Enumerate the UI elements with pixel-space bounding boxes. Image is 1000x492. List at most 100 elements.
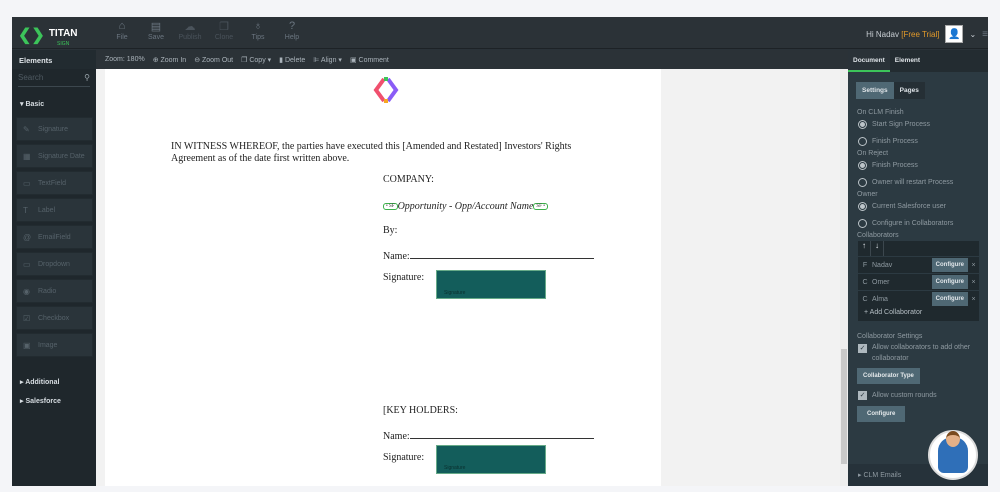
- hamburger-menu-icon[interactable]: ≡: [982, 29, 988, 40]
- copy-icon: ❐: [241, 56, 248, 64]
- sf-field-name: Opportunity - Opp/Account Name: [397, 201, 534, 212]
- save-button[interactable]: ▤ Save: [146, 20, 166, 41]
- element-signature[interactable]: ✎ Signature: [16, 117, 93, 141]
- at-icon: @: [23, 232, 32, 242]
- company-label: COMPANY:: [383, 174, 434, 185]
- label: File: [116, 34, 128, 41]
- canvas-scrollbar[interactable]: [840, 69, 848, 486]
- zoom-level: Zoom: 180%: [105, 56, 145, 63]
- element-emailfield[interactable]: @ EmailField: [16, 225, 93, 249]
- signature-field[interactable]: Signature: [436, 270, 546, 299]
- tips-button[interactable]: ♁ Tips: [248, 20, 268, 41]
- avatar[interactable]: 👤: [945, 25, 964, 43]
- search-icon[interactable]: ⚲: [84, 73, 90, 86]
- section-basic[interactable]: ▾ Basic: [12, 91, 96, 117]
- subtab-pages[interactable]: Pages: [893, 82, 925, 99]
- subtab-settings[interactable]: Settings: [856, 82, 894, 99]
- configure-button[interactable]: Configure: [931, 292, 968, 306]
- section-additional[interactable]: ▸ Additional: [12, 369, 96, 395]
- chevron-down-icon[interactable]: ⌄: [969, 30, 976, 39]
- file-button[interactable]: ⌂ File: [112, 20, 132, 41]
- help-icon: ?: [288, 20, 296, 32]
- configure-rounds-button[interactable]: Configure: [857, 406, 906, 422]
- add-collaborator-button[interactable]: + Add Collaborator: [858, 307, 979, 321]
- tab-element[interactable]: Element: [890, 50, 925, 72]
- image-icon: ▣: [23, 340, 31, 350]
- comment-button[interactable]: ▣ Comment: [350, 56, 389, 64]
- label: Delete: [284, 56, 306, 64]
- collab-name: Omer: [872, 278, 890, 286]
- label: Zoom In: [160, 56, 187, 64]
- delete-button[interactable]: ▮ Delete: [279, 56, 305, 64]
- configure-button[interactable]: Configure: [931, 258, 968, 272]
- salesforce-merge-field[interactable]: • SF Opportunity - Opp/Account Name SF •: [383, 201, 548, 212]
- label: Copy: [249, 56, 266, 64]
- greeting-text: Hi Nadav: [866, 29, 899, 39]
- editor-toolbar: Zoom: 180% ⊕ Zoom In ⊖ Zoom Out ❐ Copy ▾…: [96, 50, 848, 69]
- element-signature-date[interactable]: ▦ Signature Date: [16, 144, 93, 168]
- label: Owner will restart Process: [872, 179, 954, 186]
- radio-configure-collaborators[interactable]: Configure in Collaborators: [848, 215, 988, 232]
- cloud-upload-icon: ☁: [184, 21, 196, 33]
- search-input[interactable]: Search ⚲: [18, 73, 90, 87]
- element-label: Dropdown: [38, 260, 70, 268]
- collab-name: Alma: [872, 295, 888, 303]
- user-menu[interactable]: Hi Nadav [Free Trial] 👤 ⌄ ≡: [866, 25, 988, 43]
- help-assistant-mascot[interactable]: [928, 430, 978, 480]
- publish-button[interactable]: ☁ Publish: [179, 20, 202, 41]
- scrollbar-thumb[interactable]: [841, 349, 847, 464]
- section-label: Basic: [25, 101, 45, 108]
- elements-sidebar: Elements Search ⚲ ▾ Basic ✎ Signature ▦ Sig…: [12, 50, 96, 486]
- allow-custom-rounds-checkbox[interactable]: ✓ Allow custom rounds: [848, 389, 988, 402]
- section-salesforce[interactable]: ▸ Salesforce: [12, 395, 96, 414]
- collaborator-type-button[interactable]: Collaborator Type: [857, 368, 920, 384]
- help-button[interactable]: ? Help: [282, 20, 302, 41]
- radio-owner-restart[interactable]: Owner will restart Process: [848, 174, 988, 191]
- close-icon[interactable]: ×: [968, 279, 979, 286]
- titan-logo: ❮❯ TITAN SIGN: [18, 23, 78, 47]
- properties-panel: Document Element Settings Pages On CLM F…: [848, 50, 988, 486]
- element-checkbox[interactable]: ☑ Checkbox: [16, 306, 93, 330]
- checkbox-checked-icon[interactable]: ✓: [858, 344, 867, 353]
- dropdown-icon: ▭: [23, 259, 31, 269]
- element-image[interactable]: ▣ Image: [16, 333, 93, 357]
- arrow-up-icon[interactable]: ↑: [858, 241, 871, 256]
- label: Tips: [251, 34, 265, 41]
- radio-start-sign[interactable]: Start Sign Process: [848, 116, 988, 133]
- sidebar-title: Elements: [12, 50, 96, 69]
- allow-add-checkbox[interactable]: ✓ Allow collaborators to add other collab…: [848, 342, 988, 364]
- sf-tag-open: • SF: [383, 203, 398, 211]
- element-textfield[interactable]: ▭ TextField: [16, 171, 93, 195]
- close-icon[interactable]: ×: [968, 296, 979, 303]
- align-icon: ⊫: [313, 56, 320, 64]
- collaborators-list: ↑ ↓ F Nadav Configure × C Omer Configure × C Alm…: [858, 241, 979, 321]
- signature-field[interactable]: Signature: [436, 445, 546, 474]
- align-button[interactable]: ⊫ Align ▾: [313, 56, 342, 64]
- radio-current-sf-user[interactable]: Current Salesforce user: [848, 198, 988, 215]
- copy-button[interactable]: ❐ Copy ▾: [241, 56, 271, 64]
- collaborator-row: C Alma Configure ×: [858, 290, 979, 307]
- clone-icon: ❐: [219, 21, 229, 33]
- zoom-in-button[interactable]: ⊕ Zoom In: [153, 56, 187, 64]
- calendar-icon: ▦: [23, 151, 31, 161]
- arrow-down-icon[interactable]: ↓: [871, 241, 884, 256]
- element-label[interactable]: T Label: [16, 198, 93, 222]
- label: Finish Process: [872, 138, 918, 145]
- element-label: Checkbox: [38, 314, 70, 322]
- close-icon[interactable]: ×: [968, 262, 979, 269]
- radio-finish-process[interactable]: Finish Process: [848, 133, 988, 150]
- zoom-out-button[interactable]: ⊖ Zoom Out: [194, 56, 233, 64]
- checkbox-icon: ☑: [23, 313, 31, 323]
- tab-document[interactable]: Document: [848, 50, 890, 72]
- element-label: EmailField: [38, 233, 71, 241]
- clone-button[interactable]: ❐ Clone: [214, 20, 234, 41]
- element-radio[interactable]: ◉ Radio: [16, 279, 93, 303]
- collab-type: C: [862, 295, 868, 303]
- radio-reject-finish[interactable]: Finish Process: [848, 157, 988, 174]
- checkbox-checked-icon[interactable]: ✓: [858, 391, 867, 400]
- textfield-icon: ▭: [23, 178, 31, 188]
- trash-icon: ▮: [279, 56, 284, 64]
- configure-button[interactable]: Configure: [931, 275, 968, 289]
- label: Allow custom rounds: [872, 392, 937, 399]
- element-dropdown[interactable]: ▭ Dropdown: [16, 252, 93, 276]
